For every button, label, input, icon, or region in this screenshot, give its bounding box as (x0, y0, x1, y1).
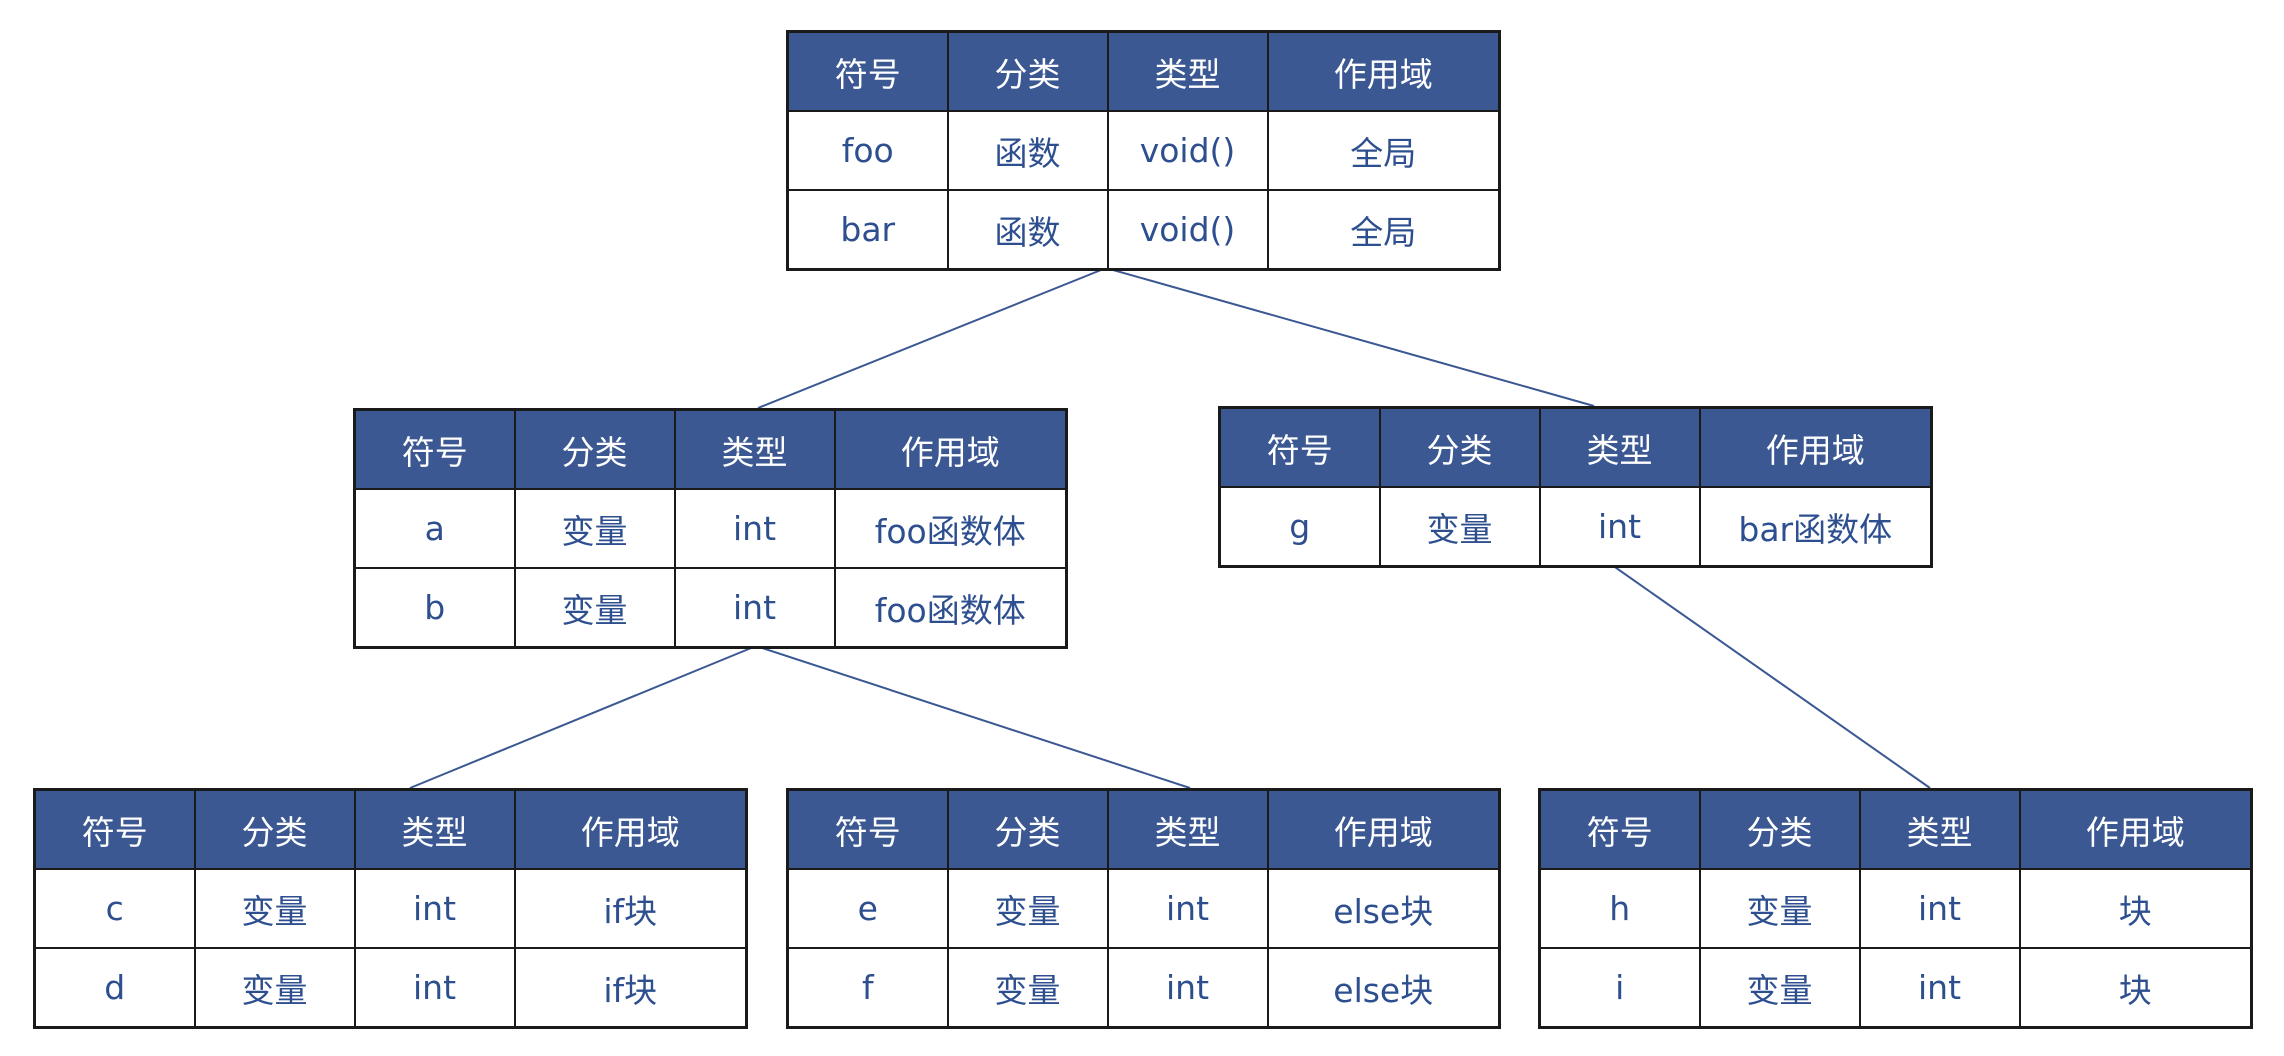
connector-foo_body-to-else_block (755, 645, 1191, 789)
cell-scope: 全局 (1266, 189, 1501, 271)
cell-symbol: foo (786, 110, 949, 191)
header-scope: 作用域 (1266, 30, 1501, 112)
header-scope: 作用域 (2018, 788, 2253, 870)
connector-global-to-foo_body (757, 267, 1107, 409)
table-row: i 变量 int 块 (1538, 947, 2253, 1029)
table-row: g 变量 int bar函数体 (1218, 486, 1933, 568)
header-symbol: 符号 (1538, 788, 1701, 870)
cell-type: int (673, 567, 836, 649)
cell-scope: foo函数体 (833, 488, 1068, 569)
cell-symbol: g (1218, 486, 1381, 568)
header-type: 类型 (1106, 788, 1269, 870)
table-header-row: 符号 分类 类型 作用域 (33, 788, 748, 870)
header-type: 类型 (673, 408, 836, 490)
header-symbol: 符号 (33, 788, 196, 870)
cell-type: int (673, 488, 836, 569)
cell-category: 变量 (193, 947, 356, 1029)
header-symbol: 符号 (353, 408, 516, 490)
cell-type: int (1106, 868, 1269, 949)
symbol-table-global: 符号 分类 类型 作用域 foo 函数 void() 全局 bar 函数 voi… (786, 30, 1501, 271)
table-row: a 变量 int foo函数体 (353, 488, 1068, 569)
cell-category: 函数 (946, 189, 1109, 271)
header-symbol: 符号 (786, 30, 949, 112)
header-symbol: 符号 (1218, 406, 1381, 488)
header-type: 类型 (1858, 788, 2021, 870)
cell-symbol: h (1538, 868, 1701, 949)
cell-category: 变量 (1378, 486, 1541, 568)
header-type: 类型 (1538, 406, 1701, 488)
cell-type: void() (1106, 110, 1269, 191)
cell-category: 变量 (513, 488, 676, 569)
table-row: d 变量 int if块 (33, 947, 748, 1029)
cell-symbol: d (33, 947, 196, 1029)
cell-category: 变量 (513, 567, 676, 649)
cell-scope: 块 (2018, 947, 2253, 1029)
connector-foo_body-to-if_block (409, 645, 757, 789)
cell-scope: 块 (2018, 868, 2253, 949)
cell-symbol: f (786, 947, 949, 1029)
cell-scope: bar函数体 (1698, 486, 1933, 568)
header-category: 分类 (946, 30, 1109, 112)
header-category: 分类 (1378, 406, 1541, 488)
symbol-table-foo-body: 符号 分类 类型 作用域 a 变量 int foo函数体 b 变量 int fo… (353, 408, 1068, 649)
table-header-row: 符号 分类 类型 作用域 (786, 788, 1501, 870)
symbol-table-bar-body: 符号 分类 类型 作用域 g 变量 int bar函数体 (1218, 406, 1933, 568)
cell-symbol: bar (786, 189, 949, 271)
cell-type: int (1858, 947, 2021, 1029)
cell-scope: else块 (1266, 947, 1501, 1029)
symbol-table-block: 符号 分类 类型 作用域 h 变量 int 块 i 变量 int 块 (1538, 788, 2253, 1029)
table-row: c 变量 int if块 (33, 868, 748, 949)
table-header-row: 符号 分类 类型 作用域 (353, 408, 1068, 490)
cell-category: 变量 (1698, 868, 1861, 949)
cell-category: 函数 (946, 110, 1109, 191)
table-header-row: 符号 分类 类型 作用域 (1538, 788, 2253, 870)
cell-symbol: a (353, 488, 516, 569)
cell-symbol: c (33, 868, 196, 949)
symbol-table-else-block: 符号 分类 类型 作用域 e 变量 int else块 f 变量 int els… (786, 788, 1501, 1029)
cell-category: 变量 (946, 947, 1109, 1029)
header-type: 类型 (1106, 30, 1269, 112)
connector-global-to-bar_body (1105, 267, 1595, 407)
header-category: 分类 (513, 408, 676, 490)
header-category: 分类 (1698, 788, 1861, 870)
cell-type: int (1858, 868, 2021, 949)
cell-type: int (353, 947, 516, 1029)
table-row: b 变量 int foo函数体 (353, 567, 1068, 649)
cell-scope: 全局 (1266, 110, 1501, 191)
header-type: 类型 (353, 788, 516, 870)
cell-type: void() (1106, 189, 1269, 271)
header-category: 分类 (946, 788, 1109, 870)
cell-symbol: i (1538, 947, 1701, 1029)
header-scope: 作用域 (1266, 788, 1501, 870)
cell-category: 变量 (193, 868, 356, 949)
cell-scope: else块 (1266, 868, 1501, 949)
cell-type: int (1538, 486, 1701, 568)
header-scope: 作用域 (1698, 406, 1933, 488)
header-category: 分类 (193, 788, 356, 870)
cell-scope: foo函数体 (833, 567, 1068, 649)
table-row: bar 函数 void() 全局 (786, 189, 1501, 271)
table-header-row: 符号 分类 类型 作用域 (786, 30, 1501, 112)
table-row: f 变量 int else块 (786, 947, 1501, 1029)
cell-category: 变量 (1698, 947, 1861, 1029)
table-row: foo 函数 void() 全局 (786, 110, 1501, 191)
cell-scope: if块 (513, 868, 748, 949)
cell-type: int (353, 868, 516, 949)
cell-symbol: e (786, 868, 949, 949)
header-scope: 作用域 (833, 408, 1068, 490)
connector-bar_body-to-block (1611, 564, 1931, 789)
cell-type: int (1106, 947, 1269, 1029)
symbol-table-if-block: 符号 分类 类型 作用域 c 变量 int if块 d 变量 int if块 (33, 788, 748, 1029)
header-scope: 作用域 (513, 788, 748, 870)
cell-symbol: b (353, 567, 516, 649)
table-header-row: 符号 分类 类型 作用域 (1218, 406, 1933, 488)
header-symbol: 符号 (786, 788, 949, 870)
cell-category: 变量 (946, 868, 1109, 949)
cell-scope: if块 (513, 947, 748, 1029)
table-row: h 变量 int 块 (1538, 868, 2253, 949)
table-row: e 变量 int else块 (786, 868, 1501, 949)
